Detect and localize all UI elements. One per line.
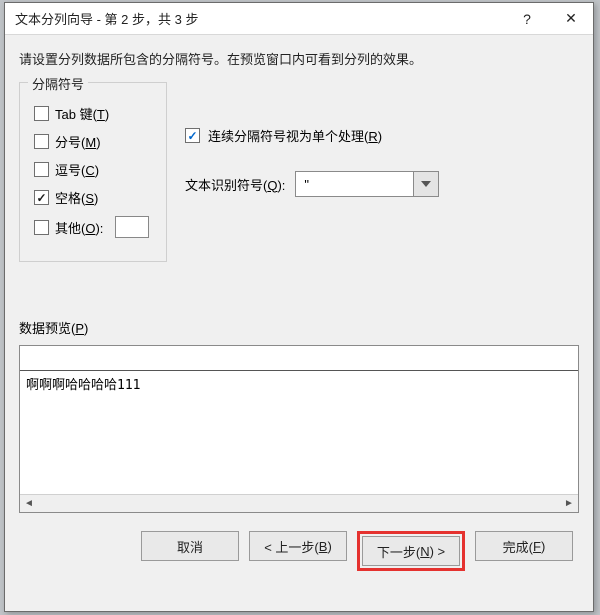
delimiter-tab-checkbox[interactable] bbox=[34, 106, 49, 121]
delimiter-other-input[interactable] bbox=[115, 216, 149, 238]
delimiters-legend: 分隔符号 bbox=[28, 74, 88, 93]
text-qualifier-dropdown-button[interactable] bbox=[413, 171, 439, 197]
help-button[interactable]: ? bbox=[505, 3, 549, 35]
delimiter-tab-row[interactable]: Tab 键(T) bbox=[34, 104, 152, 123]
dialog-title: 文本分列向导 - 第 2 步，共 3 步 bbox=[15, 9, 505, 28]
scroll-track[interactable] bbox=[38, 495, 560, 512]
preview-horizontal-scrollbar[interactable]: ◄ ► bbox=[20, 494, 578, 512]
text-qualifier-label: 文本识别符号(Q): bbox=[185, 175, 285, 194]
text-qualifier-value[interactable]: " bbox=[295, 171, 413, 197]
delimiter-space-label: 空格(S) bbox=[55, 188, 98, 207]
delimiter-comma-checkbox[interactable] bbox=[34, 162, 49, 177]
delimiter-comma-label: 逗号(C) bbox=[55, 160, 99, 179]
delimiter-space-checkbox[interactable] bbox=[34, 190, 49, 205]
preview-header bbox=[20, 346, 578, 370]
delimiter-space-row[interactable]: 空格(S) bbox=[34, 188, 152, 207]
next-button-highlight: 下一步(N) > bbox=[357, 531, 465, 571]
treat-consecutive-label: 连续分隔符号视为单个处理(R) bbox=[208, 126, 382, 145]
delimiter-semicolon-checkbox[interactable] bbox=[34, 134, 49, 149]
delimiter-other-checkbox[interactable] bbox=[34, 220, 49, 235]
scroll-right-arrow-icon[interactable]: ► bbox=[560, 495, 578, 512]
dialog-buttons: 取消 < 上一步(B) 下一步(N) > 完成(F) bbox=[19, 513, 579, 585]
next-button[interactable]: 下一步(N) > bbox=[362, 536, 460, 566]
titlebar: 文本分列向导 - 第 2 步，共 3 步 ? ✕ bbox=[5, 3, 593, 35]
delimiter-other-row[interactable]: 其他(O): bbox=[34, 216, 152, 238]
dialog-body: 请设置分列数据所包含的分隔符号。在预览窗口内可看到分列的效果。 分隔符号 Tab… bbox=[5, 35, 593, 611]
scroll-left-arrow-icon[interactable]: ◄ bbox=[20, 495, 38, 512]
treat-consecutive-checkbox[interactable] bbox=[185, 128, 200, 143]
finish-button[interactable]: 完成(F) bbox=[475, 531, 573, 561]
delimiter-semicolon-label: 分号(M) bbox=[55, 132, 101, 151]
text-qualifier-combo[interactable]: " bbox=[295, 171, 439, 197]
treat-consecutive-row[interactable]: 连续分隔符号视为单个处理(R) bbox=[185, 126, 579, 145]
chevron-down-icon bbox=[421, 181, 431, 187]
cancel-button[interactable]: 取消 bbox=[141, 531, 239, 561]
right-options: 连续分隔符号视为单个处理(R) 文本识别符号(Q): " bbox=[185, 82, 579, 197]
options-row: 分隔符号 Tab 键(T) 分号(M) 逗号(C) bbox=[19, 82, 579, 262]
instruction-text: 请设置分列数据所包含的分隔符号。在预览窗口内可看到分列的效果。 bbox=[19, 49, 579, 68]
data-preview-label: 数据预览(P) bbox=[19, 318, 579, 337]
text-qualifier-row: 文本识别符号(Q): " bbox=[185, 171, 579, 197]
delimiter-comma-row[interactable]: 逗号(C) bbox=[34, 160, 152, 179]
back-button[interactable]: < 上一步(B) bbox=[249, 531, 347, 561]
close-button[interactable]: ✕ bbox=[549, 3, 593, 35]
preview-row: 啊啊啊哈哈哈哈111 bbox=[20, 371, 578, 396]
delimiter-other-label: 其他(O): bbox=[55, 218, 103, 237]
text-to-columns-wizard-dialog: 文本分列向导 - 第 2 步，共 3 步 ? ✕ 请设置分列数据所包含的分隔符号… bbox=[4, 2, 594, 612]
data-preview-box: 啊啊啊哈哈哈哈111 ◄ ► bbox=[19, 345, 579, 513]
delimiter-tab-label: Tab 键(T) bbox=[55, 104, 109, 123]
delimiters-fieldset: 分隔符号 Tab 键(T) 分号(M) 逗号(C) bbox=[19, 82, 167, 262]
delimiter-semicolon-row[interactable]: 分号(M) bbox=[34, 132, 152, 151]
